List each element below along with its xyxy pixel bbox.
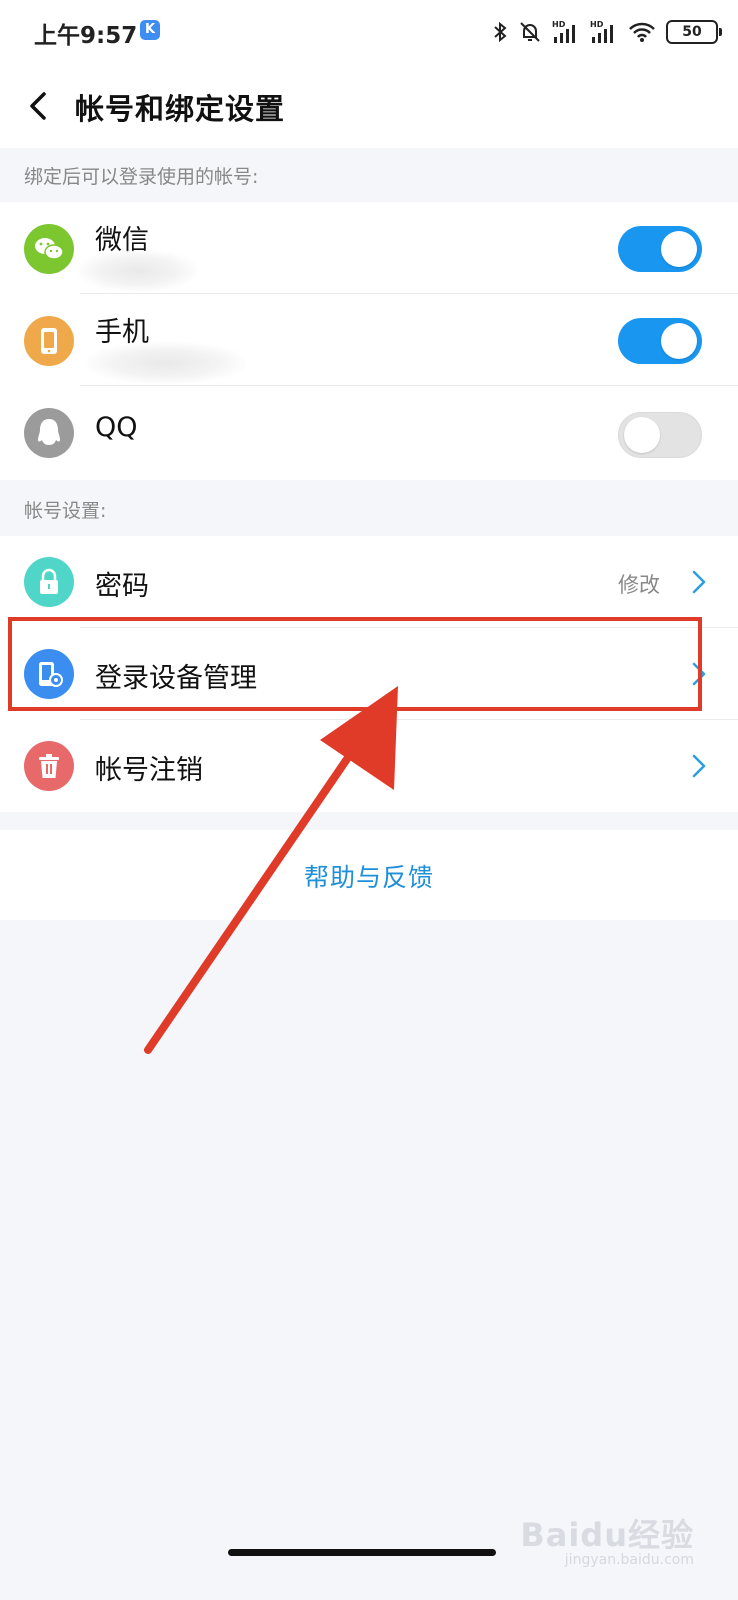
qq-icon [24, 408, 74, 458]
list-item-account-cancellation[interactable]: 帐号注销 [0, 720, 738, 812]
status-icons: HD HD 50 [492, 16, 722, 48]
phone-icon [24, 316, 74, 366]
list-item-label: 密码 [95, 571, 149, 602]
page-title: 帐号和绑定设置 [75, 92, 286, 126]
help-card: 帮助与反馈 [0, 830, 738, 920]
status-bar: 上午9:57 K HD HD 50 [0, 0, 738, 66]
signal-hd-icon: HD [590, 20, 613, 43]
watermark-logo: Baidu经验 [520, 1516, 694, 1554]
chevron-right-icon [692, 570, 706, 594]
list-item-label: QQ [95, 412, 138, 443]
list-item-qq[interactable]: QQ [0, 386, 738, 478]
page-header: 帐号和绑定设置 [0, 66, 738, 148]
chevron-right-icon [692, 754, 706, 778]
bound-accounts-card: 微信 手机 QQ [0, 202, 738, 480]
trash-icon [24, 741, 74, 791]
watermark-url: jingyan.baidu.com [564, 1552, 694, 1568]
redacted-account-info [86, 342, 246, 384]
battery-icon: 50 [666, 20, 722, 44]
list-item-phone[interactable]: 手机 [0, 294, 738, 386]
redacted-account-info [78, 250, 198, 292]
section-label-bound-accounts: 绑定后可以登录使用的帐号: [24, 166, 259, 188]
signal-hd-icon: HD [552, 20, 575, 43]
list-item-wechat[interactable]: 微信 [0, 202, 738, 294]
wifi-icon [629, 22, 655, 42]
password-edit-value: 修改 [618, 573, 660, 597]
section-label-account-settings: 帐号设置: [24, 500, 107, 522]
app-notification-icon: K [140, 20, 160, 40]
list-item-label: 帐号注销 [95, 755, 203, 786]
list-item-password[interactable]: 密码 修改 [0, 536, 738, 628]
qq-toggle[interactable] [618, 412, 702, 458]
svg-text:HD: HD [590, 20, 604, 29]
help-feedback-link[interactable]: 帮助与反馈 [0, 858, 738, 894]
bluetooth-icon [494, 21, 507, 43]
svg-text:HD: HD [552, 20, 566, 29]
wechat-icon [24, 224, 74, 274]
home-indicator[interactable] [228, 1549, 496, 1556]
annotation-highlight-box [8, 617, 702, 711]
lock-icon [24, 557, 74, 607]
status-time: 上午9:57 [34, 23, 138, 49]
bell-off-icon [520, 22, 540, 42]
chevron-left-icon[interactable] [22, 88, 58, 124]
phone-toggle[interactable] [618, 318, 702, 364]
wechat-toggle[interactable] [618, 226, 702, 272]
